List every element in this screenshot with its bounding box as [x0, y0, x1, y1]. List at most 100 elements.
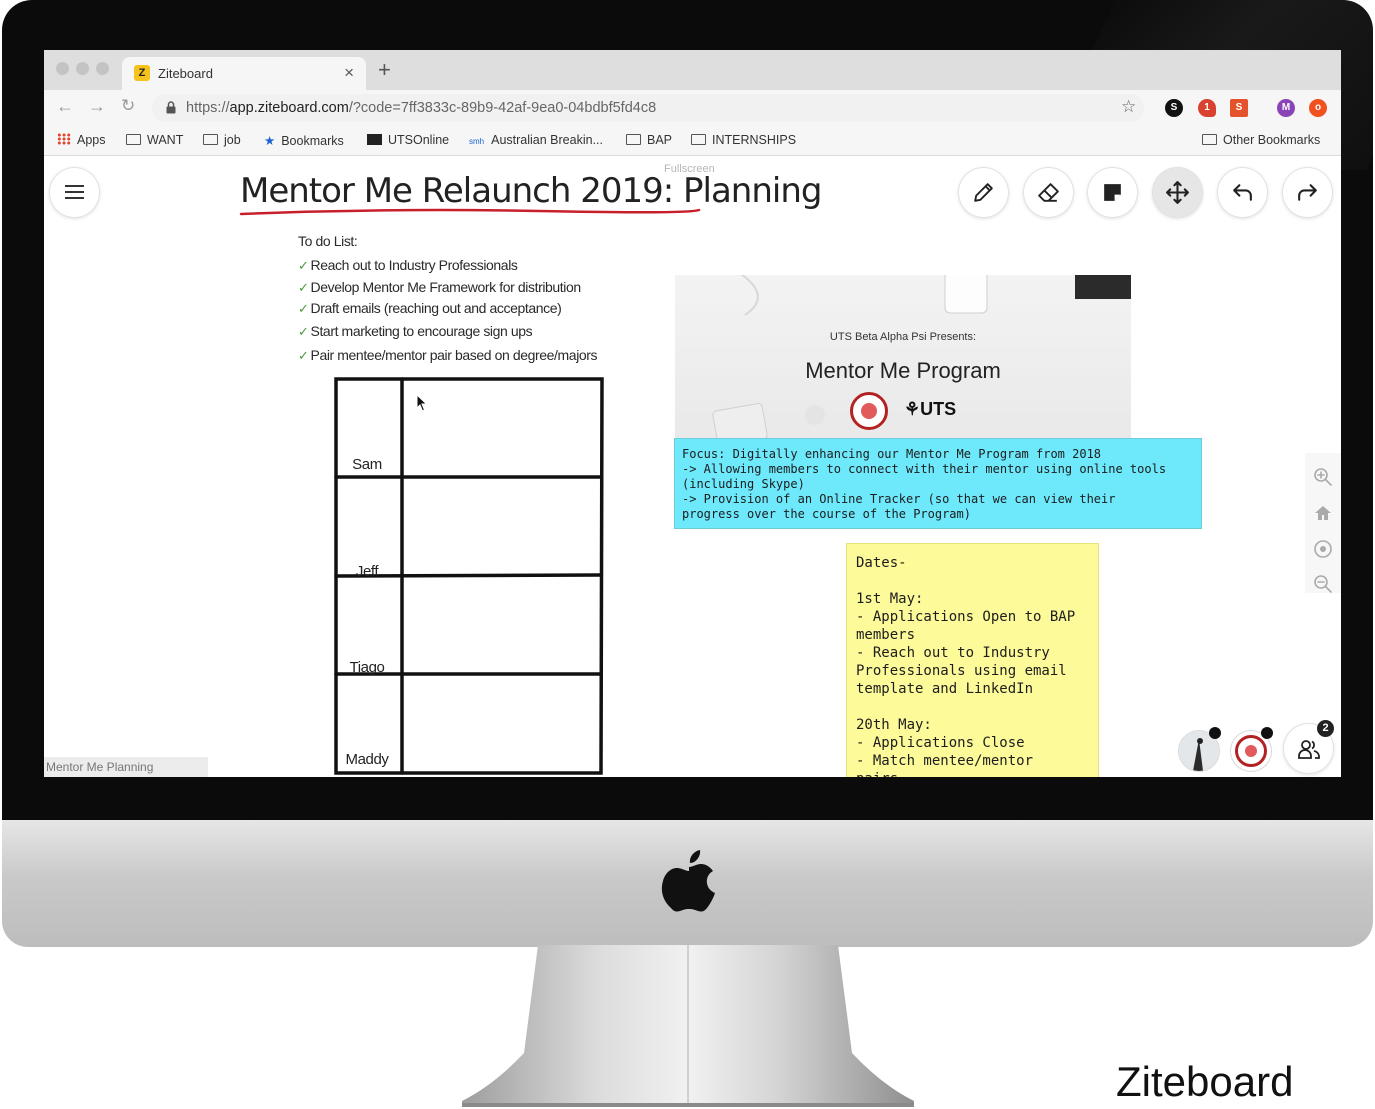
users-count-badge: 2: [1317, 720, 1334, 737]
pair-name: Jeff: [355, 563, 379, 580]
extension-orange-icon[interactable]: o: [1309, 99, 1327, 117]
window-close-button[interactable]: [56, 62, 69, 75]
bookmark-bap[interactable]: BAP: [626, 133, 672, 147]
bookmark-job[interactable]: job: [203, 133, 241, 147]
todo-item-text: Start marketing to encourage sign ups: [310, 322, 533, 339]
hamburger-line: [65, 191, 84, 193]
blue-star-icon: ★: [264, 134, 276, 148]
url-host: app.ziteboard.com: [229, 100, 349, 116]
bookmark-bookmarks[interactable]: ★ Bookmarks: [264, 133, 344, 148]
folder-icon: [1202, 134, 1217, 145]
eraser-icon: [1038, 183, 1059, 202]
extension-red-icon[interactable]: 1: [1198, 99, 1216, 117]
redo-button[interactable]: [1283, 168, 1332, 217]
redo-icon: [1298, 184, 1317, 201]
todo-item-text: Reach out to Industry Professionals: [310, 257, 518, 273]
pen-icon: [974, 183, 993, 202]
checkmark-icon: ✓: [298, 301, 309, 316]
undo-icon: [1233, 184, 1252, 201]
todo-item: ✓ Reach out to Industry Professionals: [298, 257, 597, 279]
extension-s-icon[interactable]: S: [1230, 99, 1248, 117]
window-zoom-button[interactable]: [96, 62, 109, 75]
sticky-note-tool-button[interactable]: [1088, 168, 1137, 217]
todo-item: ✓ Start marketing to encourage sign ups: [298, 323, 597, 348]
bookmark-australian-breaking[interactable]: smh Australian Breakin...: [469, 133, 603, 147]
address-bar[interactable]: https://app.ziteboard.com/?code=7ff3833c…: [152, 94, 1144, 122]
focus-sticky-note[interactable]: Focus: Digitally enhancing our Mentor Me…: [674, 438, 1202, 529]
pair-name: Tiago: [349, 659, 385, 676]
checkmark-icon: ✓: [298, 279, 309, 295]
bookmark-apps[interactable]: Apps: [57, 133, 106, 147]
todo-item-text: Draft emails (reaching out and acceptanc…: [310, 300, 562, 316]
new-tab-button[interactable]: +: [378, 59, 391, 81]
bookmark-utsonline[interactable]: UTSOnline: [367, 133, 449, 147]
smh-icon: smh: [469, 137, 485, 146]
bookmark-label: BAP: [647, 133, 673, 147]
bookmark-label: WANT: [147, 133, 184, 147]
bookmark-label: UTSOnline: [388, 133, 450, 147]
center-icon[interactable]: [1313, 539, 1333, 559]
move-tool-button[interactable]: [1153, 168, 1202, 217]
checkmark-icon: ✓: [298, 258, 309, 273]
screen: Z Ziteboard × + ← → ↻ https://app.zitebo…: [44, 50, 1341, 777]
bookmark-internships[interactable]: INTERNSHIPS: [691, 133, 796, 147]
title-underline: [239, 208, 701, 216]
pair-name: Sam: [352, 456, 382, 473]
uts-logo-text: UTS: [920, 399, 957, 419]
home-icon[interactable]: [1313, 503, 1333, 523]
folder-icon: [126, 134, 141, 145]
pen-tool-button[interactable]: [959, 168, 1008, 217]
bookmarks-bar: Apps WANT job ★ Bookmarks UTSOnline smh Au…: [44, 126, 1341, 156]
bookmark-label: Other Bookmarks: [1223, 133, 1321, 147]
undo-button[interactable]: [1218, 168, 1267, 217]
folder-icon: [626, 134, 641, 145]
forward-icon[interactable]: →: [88, 96, 106, 117]
zoom-out-icon[interactable]: [1313, 574, 1333, 594]
poster-subtitle: UTS Beta Alpha Psi Presents:: [829, 331, 977, 343]
seal-center: [1245, 745, 1257, 757]
move-icon: [1166, 181, 1189, 204]
zoom-in-icon[interactable]: [1313, 467, 1333, 487]
todo-item: ✓ Pair mentee/mentor pair based on degree…: [298, 347, 598, 369]
extension-dark-icon[interactable]: S: [1165, 99, 1183, 117]
bookmark-label: job: [224, 133, 241, 147]
window-minimize-button[interactable]: [76, 62, 89, 75]
online-status-dot: [1209, 727, 1221, 739]
todo-item-text: Develop Mentor Me Framework for distribu…: [310, 278, 582, 295]
zoom-controls: [1305, 453, 1341, 593]
checkmark-icon: ✓: [298, 348, 309, 363]
whiteboard-canvas[interactable]: Mentor Me Relaunch 2019: Planning Fullsc…: [44, 157, 1341, 777]
url-text: https://app.ziteboard.com/?code=7ff3833c…: [186, 100, 656, 116]
todo-item: ✓ Develop Mentor Me Framework for distrib…: [298, 279, 597, 301]
bookmark-label: INTERNSHIPS: [712, 133, 797, 147]
back-icon[interactable]: ←: [56, 96, 74, 117]
uts-crest-icon: ⚘: [904, 399, 921, 419]
bap-seal-icon: [850, 392, 888, 430]
monitor-stand: [462, 945, 914, 1107]
bookmark-other[interactable]: Other Bookmarks: [1202, 133, 1320, 147]
apple-logo-icon: [661, 850, 715, 912]
hamburger-line: [65, 197, 84, 199]
url-scheme: https://: [186, 100, 230, 116]
tab-strip: Z Ziteboard × +: [44, 50, 1341, 90]
bookmark-want[interactable]: WANT: [126, 133, 183, 147]
desk-photo-decoration: [712, 275, 1131, 439]
profile-avatar-icon[interactable]: M: [1277, 99, 1295, 117]
folder-icon: [203, 134, 218, 145]
board-name-label: Mentor Me Planning: [44, 757, 208, 777]
apps-grid-icon: [57, 133, 71, 145]
pair-name: Maddy: [345, 751, 389, 768]
bookmark-star-icon[interactable]: ☆: [1121, 97, 1136, 117]
uts-logo: ⚘UTS: [904, 399, 956, 420]
program-poster-image[interactable]: UTS Beta Alpha Psi Presents: Mentor Me P…: [675, 275, 1131, 439]
eraser-tool-button[interactable]: [1024, 168, 1073, 217]
menu-button[interactable]: [50, 168, 99, 217]
sticky-note-icon: [1104, 184, 1121, 201]
caption: Ziteboard: [1116, 1058, 1294, 1105]
url-path: /?code=7ff3833c-89b9-42af-9ea0-04bdbf5fd…: [348, 100, 657, 116]
tab-ziteboard[interactable]: Z Ziteboard ×: [122, 57, 366, 90]
dates-sticky-note[interactable]: Dates- 1st May: - Applications Open to B…: [846, 543, 1099, 777]
ziteboard-favicon-icon: Z: [134, 65, 150, 81]
reload-icon[interactable]: ↻: [121, 96, 135, 116]
tab-close-icon[interactable]: ×: [344, 63, 354, 83]
